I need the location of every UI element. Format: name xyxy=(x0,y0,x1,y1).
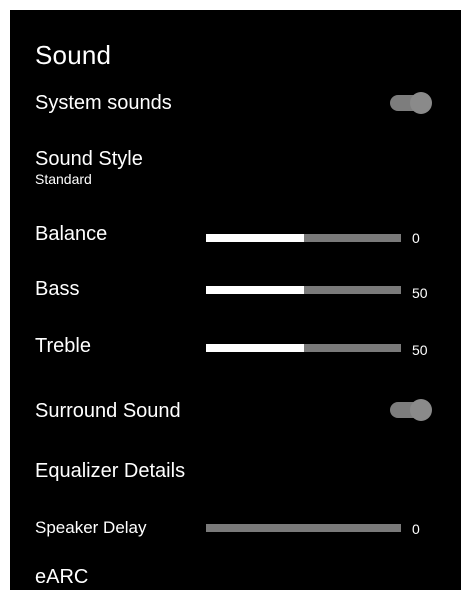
sound-style-value: Standard xyxy=(35,171,92,187)
balance-label[interactable]: Balance xyxy=(35,223,107,246)
bass-value: 50 xyxy=(412,285,428,301)
treble-label[interactable]: Treble xyxy=(35,335,91,358)
treble-value: 50 xyxy=(412,342,428,358)
surround-sound-label[interactable]: Surround Sound xyxy=(35,400,181,423)
system-sounds-toggle[interactable] xyxy=(390,92,432,114)
system-sounds-label[interactable]: System sounds xyxy=(35,92,172,115)
equalizer-details-label[interactable]: Equalizer Details xyxy=(35,460,185,483)
bass-label[interactable]: Bass xyxy=(35,278,79,301)
toggle-knob xyxy=(410,399,432,421)
speaker-delay-value: 0 xyxy=(412,521,420,537)
toggle-knob xyxy=(410,92,432,114)
balance-slider-fill xyxy=(206,234,304,242)
balance-slider[interactable] xyxy=(206,234,401,242)
bass-slider-fill xyxy=(206,286,304,294)
surround-sound-toggle[interactable] xyxy=(390,399,432,421)
treble-slider-fill xyxy=(206,344,304,352)
earc-label[interactable]: eARC xyxy=(35,566,88,589)
bass-slider[interactable] xyxy=(206,286,401,294)
sound-style-label[interactable]: Sound Style xyxy=(35,148,143,171)
treble-slider[interactable] xyxy=(206,344,401,352)
panel-title: Sound xyxy=(35,40,112,70)
balance-value: 0 xyxy=(412,230,420,246)
speaker-delay-label[interactable]: Speaker Delay xyxy=(35,518,147,538)
sound-settings-panel: Sound System sounds Sound Style Standard… xyxy=(10,10,461,590)
speaker-delay-slider[interactable] xyxy=(206,524,401,532)
